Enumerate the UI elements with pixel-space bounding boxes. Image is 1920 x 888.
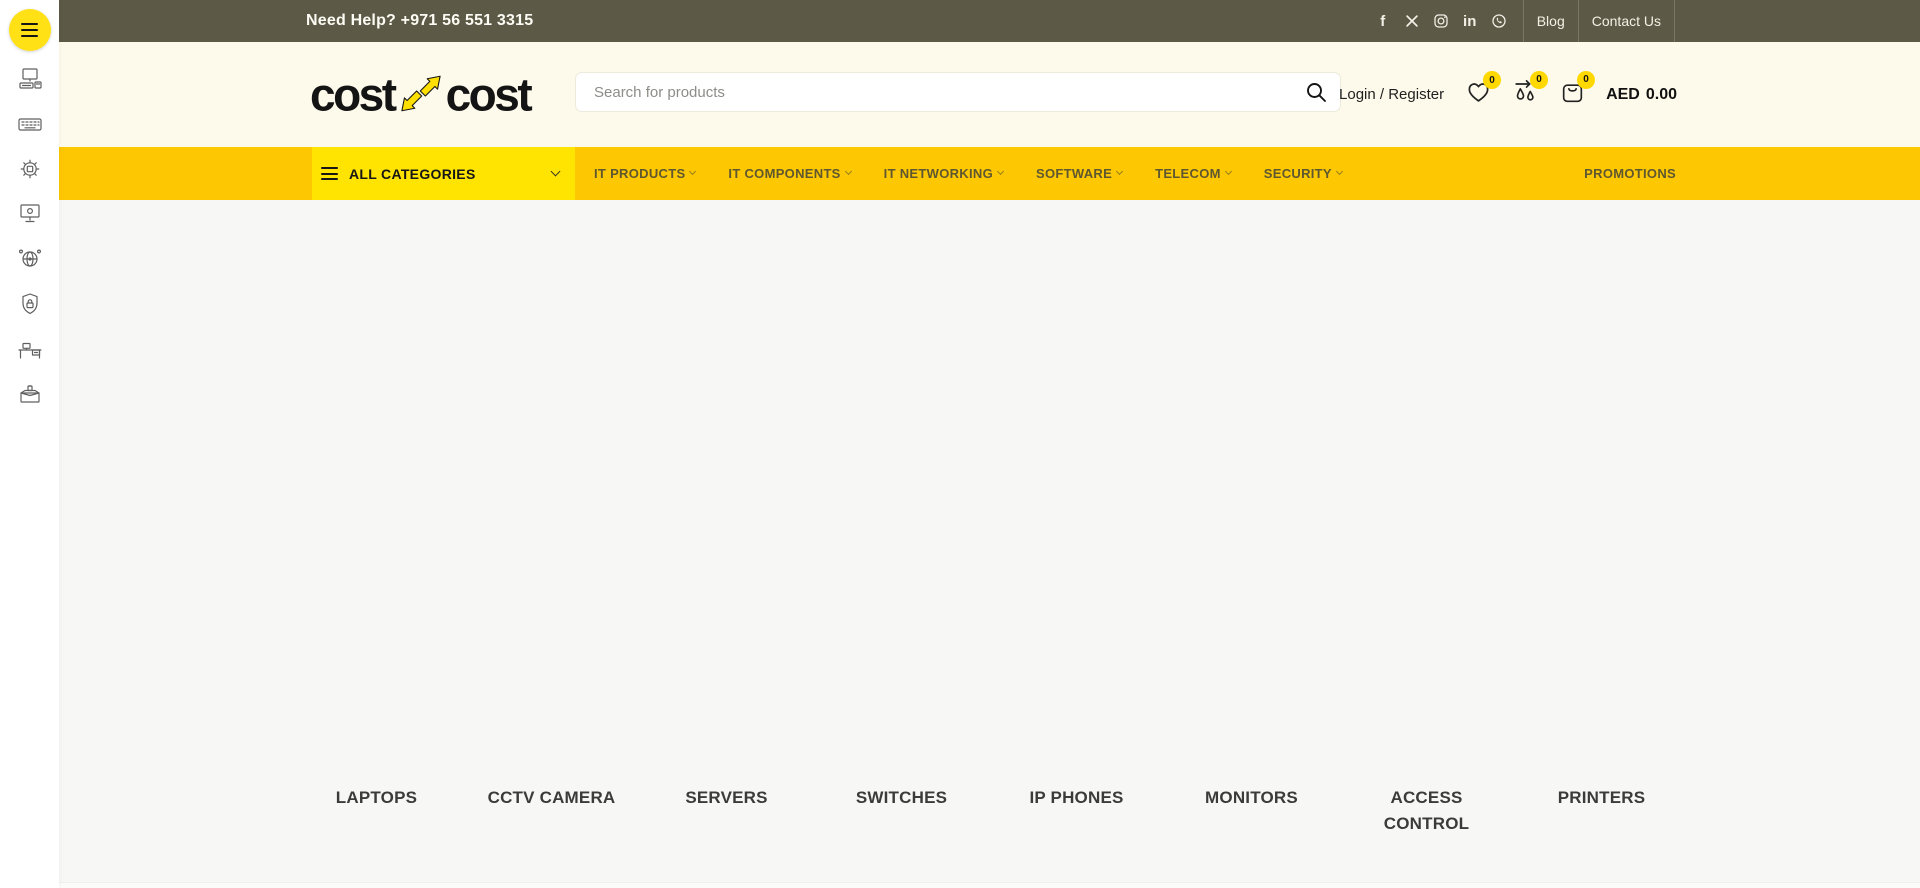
main-content: LAPTOPS CCTV CAMERA SERVERS SWITCHES IP … [59, 200, 1920, 888]
chevron-down-icon [1116, 168, 1123, 175]
menu-fab-button[interactable] [9, 9, 51, 51]
monitor-icon [17, 202, 43, 231]
category-item-monitors[interactable]: MONITORS [1164, 785, 1339, 837]
category-label: SWITCHES [856, 785, 947, 811]
menu-item-label: SOFTWARE [1036, 166, 1112, 181]
desktop-computer-icon [17, 67, 43, 96]
category-label: SERVERS [685, 785, 767, 811]
category-label: MONITORS [1205, 785, 1298, 811]
security-shield-icon [17, 292, 43, 321]
need-help-phone: Need Help? +971 56 551 3315 [306, 0, 533, 42]
sidebar-category-icons [17, 68, 43, 428]
menu-item-label: IT NETWORKING [884, 166, 993, 181]
search-icon [1304, 92, 1328, 107]
menu-item-security[interactable]: SECURITY [1264, 166, 1342, 181]
logo-arrows-icon [399, 73, 443, 118]
menu-item-label: SECURITY [1264, 166, 1332, 181]
category-item-servers[interactable]: SERVERS [639, 785, 814, 837]
all-categories-label: ALL CATEGORIES [349, 166, 476, 182]
sidebar-item-networking[interactable] [17, 248, 43, 274]
menu-item-promotions[interactable]: PROMOTIONS [1584, 147, 1676, 200]
chevron-down-icon [551, 167, 561, 177]
cart-count-badge: 0 [1577, 71, 1595, 89]
menu-item-label: IT COMPONENTS [728, 166, 840, 181]
contact-us-link[interactable]: Contact Us [1579, 0, 1674, 42]
header: cost cost Login / Register [59, 42, 1920, 147]
menu-item-software[interactable]: SOFTWARE [1036, 166, 1122, 181]
cart-total[interactable]: AED 0.00 [1606, 86, 1677, 104]
category-item-switches[interactable]: SWITCHES [814, 785, 989, 837]
site-logo[interactable]: cost cost [310, 71, 530, 118]
category-item-ip-phones[interactable]: IP PHONES [989, 785, 1164, 837]
printer-supplies-icon [17, 382, 43, 411]
category-nav: ALL CATEGORIES IT PRODUCTS IT COMPONENTS… [59, 147, 1920, 200]
header-account-area: Login / Register 0 0 0 AED [1339, 79, 1677, 111]
chevron-down-icon [1336, 168, 1343, 175]
chevron-down-icon [1225, 168, 1232, 175]
menu-item-label: IT PRODUCTS [594, 166, 685, 181]
divider [1674, 0, 1675, 42]
compare-count-badge: 0 [1530, 71, 1548, 89]
product-search [575, 72, 1341, 112]
menu-item-it-products[interactable]: IT PRODUCTS [594, 166, 695, 181]
currency-label: AED [1606, 86, 1640, 104]
compare-button[interactable]: 0 [1512, 79, 1539, 111]
menu-item-it-networking[interactable]: IT NETWORKING [884, 166, 1003, 181]
sidebar-item-office-furniture[interactable] [17, 338, 43, 364]
category-shortcuts: LAPTOPS CCTV CAMERA SERVERS SWITCHES IP … [289, 785, 1689, 837]
logo-text-right: cost [446, 72, 531, 118]
sidebar-item-keyboards[interactable] [17, 113, 43, 139]
cpu-gear-icon [17, 157, 43, 186]
keyboard-icon [17, 112, 43, 141]
instagram-icon[interactable] [1433, 13, 1449, 29]
chevron-down-icon [689, 168, 696, 175]
topbar: Need Help? +971 56 551 3315 f in Blog Co… [59, 0, 1920, 42]
category-label: ACCESS CONTROL [1361, 785, 1493, 837]
logo-text-left: cost [310, 72, 395, 118]
menu-item-telecom[interactable]: TELECOM [1155, 166, 1231, 181]
sidebar-item-printer-supplies[interactable] [17, 383, 43, 409]
category-item-access-control[interactable]: ACCESS CONTROL [1339, 785, 1514, 837]
office-desk-icon [17, 337, 43, 366]
wishlist-button[interactable]: 0 [1465, 79, 1492, 110]
search-input[interactable] [575, 72, 1341, 112]
category-label: PRINTERS [1558, 785, 1646, 811]
blog-link[interactable]: Blog [1524, 0, 1578, 42]
category-label: IP PHONES [1029, 785, 1123, 811]
sidebar-item-components[interactable] [17, 158, 43, 184]
category-label: LAPTOPS [336, 785, 417, 811]
login-register-link[interactable]: Login / Register [1339, 86, 1444, 103]
linkedin-icon[interactable]: in [1462, 13, 1478, 29]
social-links: f in [1375, 0, 1523, 42]
main-menu: IT PRODUCTS IT COMPONENTS IT NETWORKING … [594, 147, 1342, 200]
x-twitter-icon[interactable] [1404, 13, 1420, 29]
cart-button[interactable]: 0 [1559, 79, 1586, 111]
menu-item-it-components[interactable]: IT COMPONENTS [728, 166, 850, 181]
cart-total-amount: 0.00 [1646, 86, 1677, 104]
chevron-down-icon [997, 168, 1004, 175]
category-label: CCTV CAMERA [488, 785, 616, 811]
whatsapp-icon[interactable] [1491, 13, 1507, 29]
sidebar-item-computers[interactable] [17, 68, 43, 94]
search-button[interactable] [1304, 80, 1328, 104]
facebook-icon[interactable]: f [1375, 13, 1391, 29]
network-globe-icon [17, 247, 43, 276]
sidebar-item-monitors[interactable] [17, 203, 43, 229]
hamburger-icon [321, 167, 338, 179]
category-item-cctv-camera[interactable]: CCTV CAMERA [464, 785, 639, 837]
sidebar-item-security[interactable] [17, 293, 43, 319]
wishlist-count-badge: 0 [1483, 71, 1501, 89]
category-item-laptops[interactable]: LAPTOPS [289, 785, 464, 837]
left-sidebar [0, 0, 59, 888]
chevron-down-icon [845, 168, 852, 175]
menu-item-label: TELECOM [1155, 166, 1221, 181]
category-item-printers[interactable]: PRINTERS [1514, 785, 1689, 837]
all-categories-button[interactable]: ALL CATEGORIES [312, 147, 575, 200]
section-divider [59, 882, 1920, 888]
